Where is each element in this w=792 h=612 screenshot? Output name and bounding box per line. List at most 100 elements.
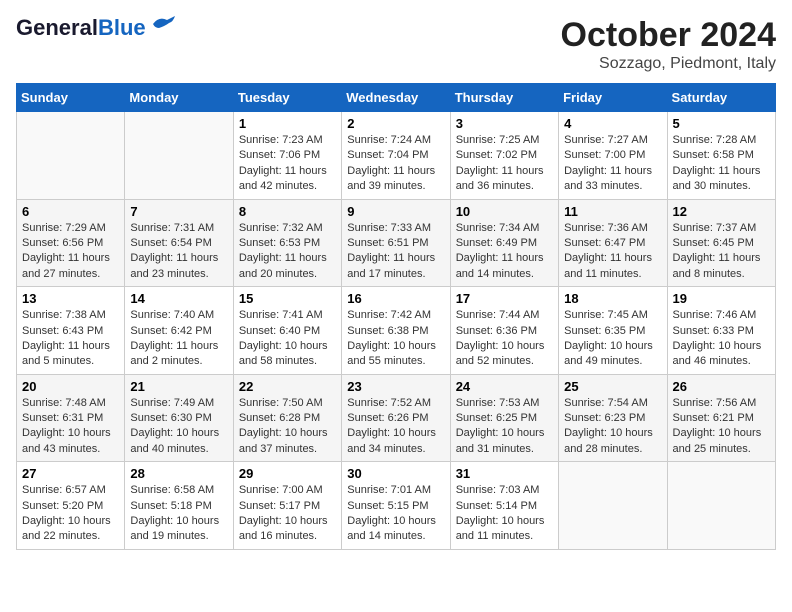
- calendar-cell: 17 Sunrise: 7:44 AM Sunset: 6:36 PM Dayli…: [450, 287, 558, 375]
- day-info: Sunrise: 7:33 AM Sunset: 6:51 PM Dayligh…: [347, 221, 444, 283]
- day-header-monday: Monday: [125, 84, 233, 112]
- calendar-cell: 24 Sunrise: 7:53 AM Sunset: 6:25 PM Dayli…: [450, 374, 558, 462]
- calendar-cell: 9Sunrise: 7:33 AM Sunset: 6:51 PM Daylig…: [342, 199, 450, 287]
- day-info: Sunrise: 7:29 AM Sunset: 6:56 PM Dayligh…: [22, 221, 119, 283]
- day-number: 28: [130, 466, 227, 481]
- logo-bird-icon: [149, 14, 177, 34]
- day-header-wednesday: Wednesday: [342, 84, 450, 112]
- day-number: 1: [239, 116, 336, 131]
- day-number: 11: [564, 204, 661, 219]
- calendar-cell: 2 Sunrise: 7:24 AM Sunset: 7:04 PM Daylig…: [342, 112, 450, 200]
- day-info: Sunrise: 7:40 AM Sunset: 6:42 PM Dayligh…: [130, 308, 227, 370]
- day-info: Sunrise: 6:57 AM Sunset: 5:20 PM Dayligh…: [22, 483, 119, 545]
- month-title: October 2024: [561, 16, 776, 55]
- day-number: 7: [130, 204, 227, 219]
- day-number: 3: [456, 116, 553, 131]
- day-info: Sunrise: 7:31 AM Sunset: 6:54 PM Dayligh…: [130, 221, 227, 283]
- calendar-cell: 28 Sunrise: 6:58 AM Sunset: 5:18 PM Dayli…: [125, 462, 233, 550]
- calendar-cell: 22 Sunrise: 7:50 AM Sunset: 6:28 PM Dayli…: [233, 374, 341, 462]
- day-number: 25: [564, 379, 661, 394]
- day-number: 30: [347, 466, 444, 481]
- calendar-cell: 10 Sunrise: 7:34 AM Sunset: 6:49 PM Dayli…: [450, 199, 558, 287]
- day-number: 22: [239, 379, 336, 394]
- day-header-friday: Friday: [559, 84, 667, 112]
- day-number: 8: [239, 204, 336, 219]
- calendar-cell: 4Sunrise: 7:27 AM Sunset: 7:00 PM Daylig…: [559, 112, 667, 200]
- calendar-week-5: 27 Sunrise: 6:57 AM Sunset: 5:20 PM Dayli…: [17, 462, 776, 550]
- calendar-cell: 29Sunrise: 7:00 AM Sunset: 5:17 PM Dayli…: [233, 462, 341, 550]
- day-info: Sunrise: 7:44 AM Sunset: 6:36 PM Dayligh…: [456, 308, 553, 370]
- calendar-cell: 20 Sunrise: 7:48 AM Sunset: 6:31 PM Dayli…: [17, 374, 125, 462]
- day-number: 12: [673, 204, 770, 219]
- day-number: 2: [347, 116, 444, 131]
- day-number: 17: [456, 291, 553, 306]
- day-number: 20: [22, 379, 119, 394]
- day-number: 27: [22, 466, 119, 481]
- day-number: 26: [673, 379, 770, 394]
- day-info: Sunrise: 7:50 AM Sunset: 6:28 PM Dayligh…: [239, 396, 336, 458]
- calendar-cell: 8 Sunrise: 7:32 AM Sunset: 6:53 PM Daylig…: [233, 199, 341, 287]
- day-number: 10: [456, 204, 553, 219]
- title-section: October 2024 Sozzago, Piedmont, Italy: [561, 16, 776, 73]
- day-info: Sunrise: 7:49 AM Sunset: 6:30 PM Dayligh…: [130, 396, 227, 458]
- day-info: Sunrise: 7:53 AM Sunset: 6:25 PM Dayligh…: [456, 396, 553, 458]
- calendar-table: SundayMondayTuesdayWednesdayThursdayFrid…: [16, 83, 776, 550]
- day-info: Sunrise: 7:34 AM Sunset: 6:49 PM Dayligh…: [456, 221, 553, 283]
- day-info: Sunrise: 7:03 AM Sunset: 5:14 PM Dayligh…: [456, 483, 553, 545]
- calendar-cell: 30 Sunrise: 7:01 AM Sunset: 5:15 PM Dayli…: [342, 462, 450, 550]
- day-header-saturday: Saturday: [667, 84, 775, 112]
- day-header-tuesday: Tuesday: [233, 84, 341, 112]
- day-number: 13: [22, 291, 119, 306]
- day-info: Sunrise: 7:23 AM Sunset: 7:06 PM Dayligh…: [239, 133, 336, 195]
- day-number: 21: [130, 379, 227, 394]
- calendar-cell: [125, 112, 233, 200]
- calendar-cell: 25Sunrise: 7:54 AM Sunset: 6:23 PM Dayli…: [559, 374, 667, 462]
- day-info: Sunrise: 7:56 AM Sunset: 6:21 PM Dayligh…: [673, 396, 770, 458]
- day-info: Sunrise: 7:45 AM Sunset: 6:35 PM Dayligh…: [564, 308, 661, 370]
- day-number: 4: [564, 116, 661, 131]
- day-info: Sunrise: 7:01 AM Sunset: 5:15 PM Dayligh…: [347, 483, 444, 545]
- day-info: Sunrise: 7:25 AM Sunset: 7:02 PM Dayligh…: [456, 133, 553, 195]
- calendar-header-row: SundayMondayTuesdayWednesdayThursdayFrid…: [17, 84, 776, 112]
- logo-text: GeneralBlue: [16, 16, 146, 40]
- calendar-week-3: 13 Sunrise: 7:38 AM Sunset: 6:43 PM Dayli…: [17, 287, 776, 375]
- day-info: Sunrise: 7:52 AM Sunset: 6:26 PM Dayligh…: [347, 396, 444, 458]
- calendar-cell: 12 Sunrise: 7:37 AM Sunset: 6:45 PM Dayli…: [667, 199, 775, 287]
- calendar-cell: 1 Sunrise: 7:23 AM Sunset: 7:06 PM Daylig…: [233, 112, 341, 200]
- day-number: 29: [239, 466, 336, 481]
- calendar-cell: 16Sunrise: 7:42 AM Sunset: 6:38 PM Dayli…: [342, 287, 450, 375]
- calendar-cell: 3 Sunrise: 7:25 AM Sunset: 7:02 PM Daylig…: [450, 112, 558, 200]
- calendar-week-2: 6 Sunrise: 7:29 AM Sunset: 6:56 PM Daylig…: [17, 199, 776, 287]
- calendar-cell: 18 Sunrise: 7:45 AM Sunset: 6:35 PM Dayli…: [559, 287, 667, 375]
- calendar-cell: [17, 112, 125, 200]
- location: Sozzago, Piedmont, Italy: [561, 55, 776, 73]
- page-header: GeneralBlue October 2024 Sozzago, Piedmo…: [16, 16, 776, 73]
- day-info: Sunrise: 7:24 AM Sunset: 7:04 PM Dayligh…: [347, 133, 444, 195]
- day-header-sunday: Sunday: [17, 84, 125, 112]
- logo: GeneralBlue: [16, 16, 177, 40]
- calendar-cell: 26 Sunrise: 7:56 AM Sunset: 6:21 PM Dayli…: [667, 374, 775, 462]
- day-info: Sunrise: 7:28 AM Sunset: 6:58 PM Dayligh…: [673, 133, 770, 195]
- day-number: 24: [456, 379, 553, 394]
- day-number: 18: [564, 291, 661, 306]
- day-info: Sunrise: 7:37 AM Sunset: 6:45 PM Dayligh…: [673, 221, 770, 283]
- day-info: Sunrise: 7:36 AM Sunset: 6:47 PM Dayligh…: [564, 221, 661, 283]
- day-number: 6: [22, 204, 119, 219]
- day-info: Sunrise: 7:48 AM Sunset: 6:31 PM Dayligh…: [22, 396, 119, 458]
- day-info: Sunrise: 7:42 AM Sunset: 6:38 PM Dayligh…: [347, 308, 444, 370]
- day-number: 14: [130, 291, 227, 306]
- calendar-cell: [667, 462, 775, 550]
- calendar-cell: [559, 462, 667, 550]
- day-info: Sunrise: 7:38 AM Sunset: 6:43 PM Dayligh…: [22, 308, 119, 370]
- calendar-cell: 19 Sunrise: 7:46 AM Sunset: 6:33 PM Dayli…: [667, 287, 775, 375]
- day-number: 19: [673, 291, 770, 306]
- calendar-cell: 23Sunrise: 7:52 AM Sunset: 6:26 PM Dayli…: [342, 374, 450, 462]
- day-info: Sunrise: 7:32 AM Sunset: 6:53 PM Dayligh…: [239, 221, 336, 283]
- calendar-cell: 27 Sunrise: 6:57 AM Sunset: 5:20 PM Dayli…: [17, 462, 125, 550]
- calendar-cell: 5Sunrise: 7:28 AM Sunset: 6:58 PM Daylig…: [667, 112, 775, 200]
- day-number: 31: [456, 466, 553, 481]
- calendar-cell: 15Sunrise: 7:41 AM Sunset: 6:40 PM Dayli…: [233, 287, 341, 375]
- day-info: Sunrise: 6:58 AM Sunset: 5:18 PM Dayligh…: [130, 483, 227, 545]
- day-info: Sunrise: 7:46 AM Sunset: 6:33 PM Dayligh…: [673, 308, 770, 370]
- calendar-cell: 31 Sunrise: 7:03 AM Sunset: 5:14 PM Dayli…: [450, 462, 558, 550]
